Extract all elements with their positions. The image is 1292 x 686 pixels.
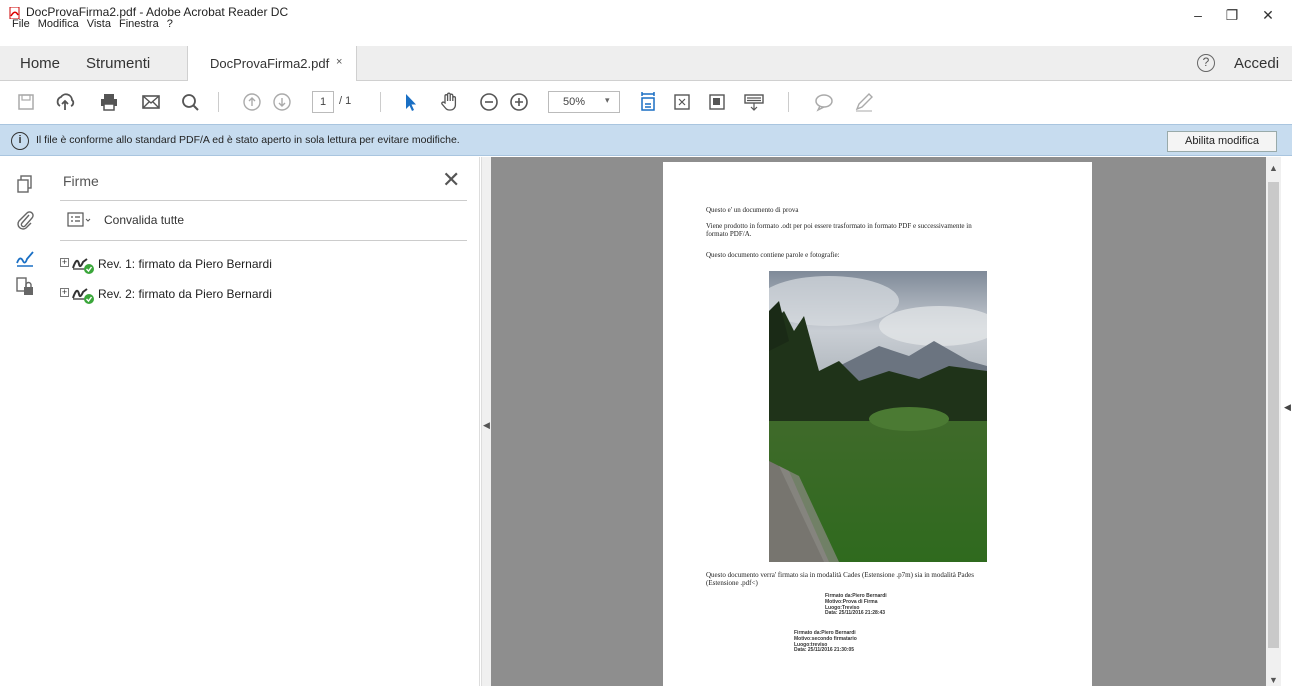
zoom-select[interactable]: 50% ▾ (548, 91, 620, 113)
signature-label: Rev. 1: firmato da Piero Bernardi (98, 257, 272, 271)
signature-item[interactable]: + Rev. 2: firmato da Piero Bernardi (60, 283, 460, 305)
document-viewport[interactable]: Questo e' un documento di prova Viene pr… (491, 157, 1266, 686)
divider (60, 200, 467, 201)
doc-text: (Estensione .pdf<) (706, 579, 758, 587)
doc-text: Questo documento verra' firmato sia in m… (706, 571, 974, 579)
search-icon[interactable] (178, 90, 202, 114)
valid-signature-icon (72, 258, 94, 274)
menu-modifica[interactable]: Modifica (38, 18, 79, 30)
zoom-value: 50% (563, 96, 586, 108)
scroll-up-icon[interactable]: ▲ (1269, 163, 1278, 173)
validate-all-button[interactable]: Convalida tutte (104, 213, 184, 227)
close-window-button[interactable]: ✕ (1256, 4, 1280, 26)
minimize-button[interactable]: – (1186, 4, 1210, 26)
hand-icon[interactable] (437, 90, 461, 114)
zoom-in-icon[interactable] (507, 90, 531, 114)
tab-document-label: DocProvaFirma2.pdf (210, 56, 330, 71)
full-screen-icon[interactable] (670, 90, 694, 114)
toolbar-separator (380, 92, 381, 112)
page-total: / 1 (339, 95, 352, 107)
signature-stamp-1[interactable]: Firmato da:Piero Bernardi Motivo:Prova d… (825, 593, 887, 617)
page-number-input[interactable]: 1 (312, 91, 334, 113)
signatures-panel: Firme ✕ Convalida tutte + Rev. 1: firmat… (47, 157, 480, 686)
toolbar-separator (788, 92, 789, 112)
doc-text: Viene prodotto in formato .odt per poi e… (706, 222, 972, 230)
close-icon[interactable]: ✕ (442, 167, 460, 193)
expand-right-icon[interactable]: ◀ (1284, 402, 1291, 413)
doc-text: formato PDF/A. (706, 230, 752, 238)
menu-vista[interactable]: Vista (87, 18, 111, 30)
options-menu-icon[interactable] (67, 211, 93, 229)
fit-page-icon[interactable] (636, 90, 660, 114)
zoom-out-icon[interactable] (477, 90, 501, 114)
panel-title: Firme (63, 173, 99, 189)
pen-icon[interactable] (852, 90, 876, 114)
upload-icon[interactable] (53, 90, 77, 114)
email-icon[interactable] (139, 90, 163, 114)
page-up-icon[interactable] (240, 90, 264, 114)
tab-home[interactable]: Home (20, 55, 60, 72)
signature-stamp-2[interactable]: Firmato da:Piero Bernardi Motivo:secondo… (794, 630, 857, 654)
tab-bar: Home Strumenti DocProvaFirma2.pdf × ? Ac… (0, 46, 1292, 81)
doc-text: Questo documento contiene parole e fotog… (706, 251, 840, 259)
landscape-photo (769, 271, 987, 562)
menu-bar: File Modifica Vista Finestra ? (12, 18, 173, 30)
tab-close-icon[interactable]: × (336, 56, 342, 68)
stamp-line: Data: 25/11/2016 21:30:05 (794, 647, 855, 654)
info-icon: i (11, 132, 29, 150)
help-icon[interactable]: ? (1197, 54, 1215, 72)
enable-editing-button[interactable]: Abilita modifica (1167, 131, 1277, 152)
signature-label: Rev. 2: firmato da Piero Bernardi (98, 287, 272, 301)
stamp-line: Data: 25/11/2016 21:28:43 (825, 610, 886, 617)
pdfa-info-bar: i Il file è conforme allo standard PDF/A… (0, 124, 1292, 156)
scroll-thumb[interactable] (1268, 182, 1279, 648)
right-pane-toggle[interactable]: ◀ (1281, 157, 1292, 686)
divider (60, 240, 467, 241)
print-icon[interactable] (97, 90, 121, 114)
valid-signature-icon (72, 288, 94, 304)
toolbar-separator (218, 92, 219, 112)
page-down-icon[interactable] (270, 90, 294, 114)
expand-icon[interactable]: + (60, 258, 69, 267)
security-lock-icon[interactable] (14, 275, 36, 297)
panel-splitter[interactable]: ◀ (481, 157, 491, 686)
rotate-icon[interactable] (705, 90, 729, 114)
toolbar: 1 / 1 50% ▾ (0, 82, 1292, 122)
save-icon[interactable] (14, 90, 38, 114)
collapse-left-icon[interactable]: ◀ (483, 420, 490, 431)
signature-item[interactable]: + Rev. 1: firmato da Piero Bernardi (60, 253, 460, 275)
signature-panel-icon[interactable] (14, 247, 36, 269)
menu-help[interactable]: ? (167, 18, 173, 30)
attachment-icon[interactable] (14, 209, 36, 231)
info-message: Il file è conforme allo standard PDF/A e… (36, 134, 460, 146)
login-link[interactable]: Accedi (1234, 55, 1279, 72)
keyboard-icon[interactable] (742, 90, 766, 114)
expand-icon[interactable]: + (60, 288, 69, 297)
doc-text: Questo e' un documento di prova (706, 206, 799, 214)
pdf-page: Questo e' un documento di prova Viene pr… (663, 162, 1092, 686)
vertical-scrollbar[interactable]: ▲ ▼ (1266, 157, 1281, 686)
tab-tools[interactable]: Strumenti (86, 55, 150, 72)
comment-icon[interactable] (812, 90, 836, 114)
left-nav-rail (0, 157, 47, 686)
select-cursor-icon[interactable] (398, 90, 422, 114)
window-title: DocProvaFirma2.pdf - Adobe Acrobat Reade… (26, 5, 289, 19)
scroll-down-icon[interactable]: ▼ (1269, 675, 1278, 685)
menu-file[interactable]: File (12, 18, 30, 30)
pages-icon[interactable] (14, 173, 36, 195)
maximize-button[interactable]: ❐ (1220, 4, 1244, 26)
menu-finestra[interactable]: Finestra (119, 18, 159, 30)
title-bar: DocProvaFirma2.pdf - Adobe Acrobat Reade… (0, 0, 1292, 30)
chevron-down-icon: ▾ (605, 95, 610, 105)
tab-document[interactable]: DocProvaFirma2.pdf × (187, 46, 357, 81)
